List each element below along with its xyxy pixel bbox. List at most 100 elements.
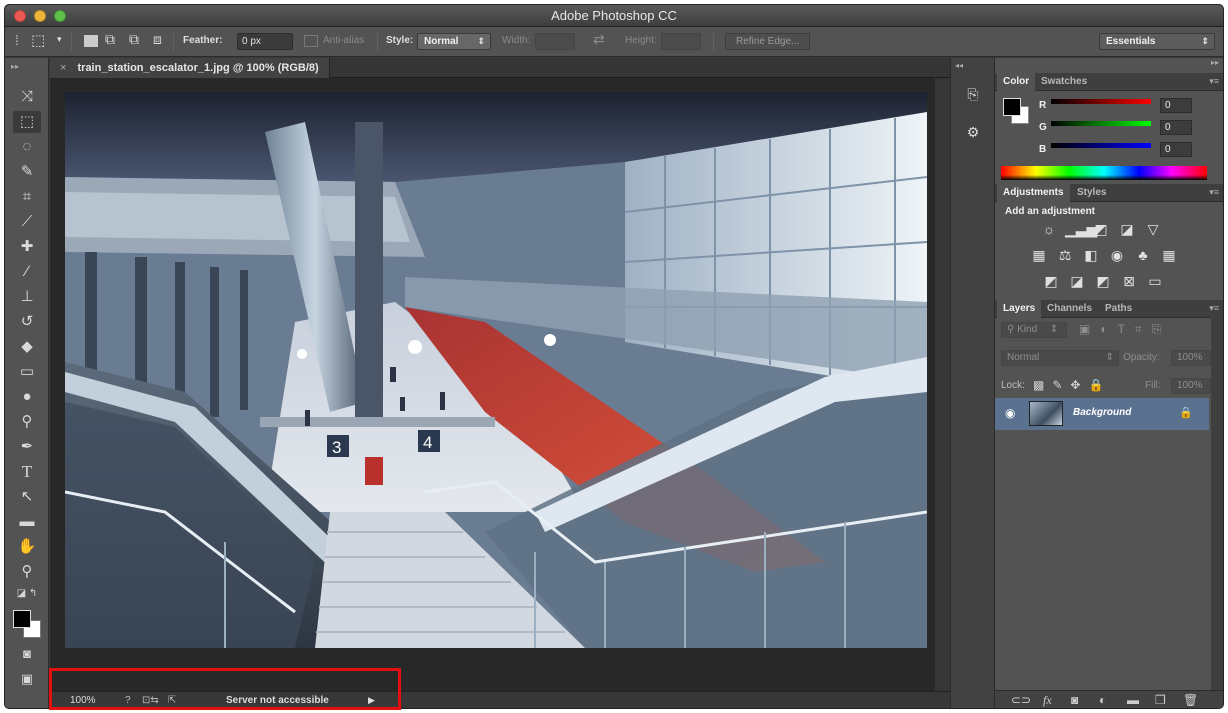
- quick-selection-tool-icon[interactable]: ✎: [13, 161, 41, 183]
- screen-mode-icon[interactable]: ▣: [13, 668, 41, 690]
- marquee-preset-icon[interactable]: ⬚: [31, 31, 45, 49]
- b-slider[interactable]: [1051, 143, 1151, 148]
- vibrance-icon[interactable]: ▽: [1143, 220, 1163, 238]
- r-value[interactable]: 0: [1160, 98, 1192, 113]
- tab-swatches[interactable]: Swatches: [1035, 73, 1093, 91]
- curves-icon[interactable]: ◩: [1091, 220, 1111, 238]
- style-select[interactable]: Normal ⇕: [417, 33, 491, 50]
- intersect-selection-icon[interactable]: ⧈: [153, 31, 162, 48]
- add-to-selection-icon[interactable]: ⧉: [105, 31, 115, 48]
- trash-icon[interactable]: 🗑: [1183, 693, 1198, 707]
- tab-paths[interactable]: Paths: [1099, 300, 1138, 318]
- black-white-icon[interactable]: ◧: [1081, 246, 1101, 264]
- crop-tool-icon[interactable]: ⌗: [13, 186, 41, 208]
- hue-saturation-icon[interactable]: ▦: [1029, 246, 1049, 264]
- blend-mode-value: Normal: [1007, 352, 1040, 363]
- refine-edge-button[interactable]: Refine Edge...: [725, 33, 811, 50]
- hand-tool-icon[interactable]: ✋: [13, 536, 41, 558]
- color-balance-icon[interactable]: ⚖: [1055, 246, 1075, 264]
- subtract-from-selection-icon[interactable]: ⧉: [129, 31, 139, 48]
- properties-panel-icon[interactable]: ⚙: [962, 124, 984, 144]
- brush-tool-icon[interactable]: ∕: [13, 261, 41, 283]
- color-spectrum-bar[interactable]: [1001, 166, 1207, 180]
- tab-channels[interactable]: Channels: [1041, 300, 1098, 318]
- fx-icon[interactable]: fx: [1043, 693, 1052, 708]
- history-brush-tool-icon[interactable]: ↺: [13, 311, 41, 333]
- lock-icon[interactable]: 🔒: [1179, 406, 1193, 419]
- add-mask-icon[interactable]: ◙: [1071, 693, 1078, 707]
- feather-input[interactable]: [237, 33, 293, 50]
- link-layers-icon[interactable]: ⊂⊃: [1011, 693, 1031, 707]
- options-bar: ⁞ ⬚ ▾ ⧉ ⧉ ⧈ Feather: Anti-alias Style: N…: [5, 27, 1223, 57]
- document-tab[interactable]: × train_station_escalator_1.jpg @ 100% (…: [50, 58, 330, 78]
- g-value[interactable]: 0: [1160, 120, 1192, 135]
- close-tab-icon[interactable]: ×: [60, 62, 66, 74]
- swap-dimensions-icon[interactable]: ⇄: [593, 31, 605, 48]
- eraser-tool-icon[interactable]: ◆: [13, 336, 41, 358]
- opacity-input[interactable]: 100%: [1171, 350, 1211, 366]
- selective-color-icon[interactable]: ▭: [1145, 272, 1165, 290]
- adjustment-layer-icon[interactable]: ◐: [1099, 693, 1106, 707]
- layer-name[interactable]: Background: [1073, 407, 1131, 418]
- posterize-icon[interactable]: ◪: [1067, 272, 1087, 290]
- layer-filter-icons[interactable]: ▣◐T⌗⎘: [1079, 322, 1171, 337]
- new-selection-icon[interactable]: [84, 35, 98, 47]
- rectangle-tool-icon[interactable]: ▬: [13, 511, 41, 533]
- g-slider[interactable]: [1051, 121, 1151, 126]
- height-input[interactable]: [661, 33, 701, 50]
- invert-icon[interactable]: ◩: [1041, 272, 1061, 290]
- layers-scrollbar[interactable]: [1211, 312, 1223, 690]
- healing-brush-tool-icon[interactable]: ✚: [13, 236, 41, 258]
- blend-mode-select[interactable]: Normal ⇕: [1001, 350, 1119, 366]
- exposure-icon[interactable]: ◪: [1117, 220, 1137, 238]
- move-tool-icon[interactable]: ⤨: [13, 86, 41, 108]
- antialias-checkbox[interactable]: [304, 35, 318, 47]
- color-foreground-swatch[interactable]: [1003, 98, 1021, 116]
- vertical-scrollbar[interactable]: [934, 78, 950, 691]
- color-lookup-icon[interactable]: ▦: [1159, 246, 1179, 264]
- lasso-tool-icon[interactable]: ◌: [13, 136, 41, 158]
- foreground-color-swatch[interactable]: [13, 610, 31, 628]
- history-panel-icon[interactable]: ⎘: [962, 86, 984, 106]
- new-layer-icon[interactable]: ❐: [1155, 693, 1166, 707]
- zoom-tool-icon[interactable]: ⚲: [13, 561, 41, 583]
- panel-menu-icon[interactable]: ▾≡: [1209, 76, 1219, 87]
- eyedropper-tool-icon[interactable]: ⟋: [13, 211, 41, 233]
- eye-visibility-icon[interactable]: ◉: [1005, 406, 1015, 420]
- collapse-icon[interactable]: ▸▸: [995, 58, 1223, 73]
- workspace-select[interactable]: Essentials ⇕: [1099, 33, 1215, 50]
- document-image[interactable]: 3 4: [65, 92, 927, 648]
- chevron-down-icon[interactable]: ▾: [57, 34, 62, 45]
- r-slider[interactable]: [1051, 99, 1151, 104]
- gradient-tool-icon[interactable]: ▭: [13, 361, 41, 383]
- tab-layers[interactable]: Layers: [997, 300, 1042, 318]
- layer-kind-filter[interactable]: ⚲ Kind ⇕: [1001, 322, 1067, 338]
- dodge-tool-icon[interactable]: ⚲: [13, 411, 41, 433]
- swap-colors-icon[interactable]: ◪ ↰: [13, 586, 41, 602]
- photo-filter-icon[interactable]: ◉: [1107, 246, 1127, 264]
- fill-input[interactable]: 100%: [1171, 378, 1211, 394]
- clone-stamp-tool-icon[interactable]: ⊥: [13, 286, 41, 308]
- levels-icon[interactable]: ▁▃▅: [1065, 220, 1097, 238]
- b-value[interactable]: 0: [1160, 142, 1192, 157]
- brightness-contrast-icon[interactable]: ☼: [1039, 220, 1059, 238]
- width-input[interactable]: [535, 33, 575, 50]
- rectangular-marquee-tool-icon[interactable]: ⬚: [13, 111, 41, 133]
- blur-tool-icon[interactable]: ●: [13, 386, 41, 408]
- threshold-icon[interactable]: ◩: [1093, 272, 1113, 290]
- collapse-panel-icon[interactable]: ▸▸: [11, 62, 19, 71]
- layer-row-background[interactable]: ◉ Background 🔒: [995, 398, 1209, 430]
- type-tool-icon[interactable]: T: [13, 461, 41, 483]
- path-selection-tool-icon[interactable]: ↖: [13, 486, 41, 508]
- tab-adjustments[interactable]: Adjustments: [997, 184, 1070, 202]
- new-group-icon[interactable]: ▬: [1127, 693, 1139, 707]
- lock-options-icons[interactable]: ▩✎✥🔒: [1033, 378, 1111, 392]
- tab-styles[interactable]: Styles: [1071, 184, 1112, 202]
- collapse-icon[interactable]: ◂◂: [955, 61, 963, 70]
- channel-mixer-icon[interactable]: ♣: [1133, 246, 1153, 264]
- pen-tool-icon[interactable]: ✒: [13, 436, 41, 458]
- quick-mask-icon[interactable]: ◙: [13, 643, 41, 665]
- panel-menu-icon[interactable]: ▾≡: [1209, 187, 1219, 198]
- gradient-map-icon[interactable]: ⊠: [1119, 272, 1139, 290]
- tab-color[interactable]: Color: [997, 73, 1036, 91]
